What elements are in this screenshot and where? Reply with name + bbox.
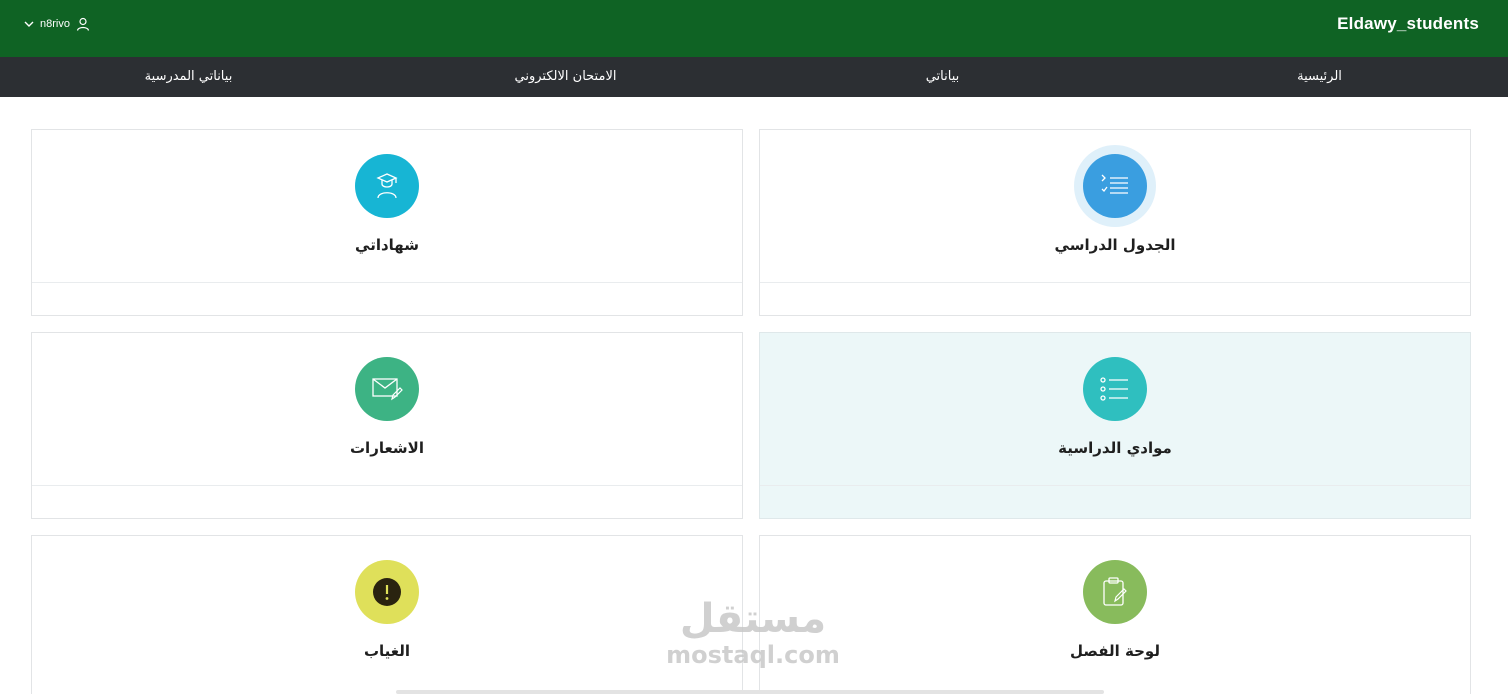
card-absence[interactable]: الغياب: [31, 535, 743, 694]
card-label: الغياب: [363, 642, 411, 660]
card-icon-circle: [1083, 357, 1147, 421]
card-footer: [760, 282, 1470, 315]
user-icon: [76, 17, 90, 31]
card-icon-circle: [1083, 560, 1147, 624]
card-label: موادي الدراسية: [1058, 439, 1172, 457]
top-header: Eldawy_students n8rivo: [0, 0, 1508, 57]
card-certificates[interactable]: شهاداتي: [31, 129, 743, 316]
card-footer: [32, 485, 742, 518]
nav-item-online-exam[interactable]: الامتحان الالكتروني: [377, 57, 754, 97]
nav-item-my-data[interactable]: بياناتي: [754, 57, 1131, 97]
main-nav: الرئيسية بياناتي الامتحان الالكتروني بيا…: [0, 57, 1508, 97]
card-label: شهاداتي: [355, 236, 419, 254]
schedule-list-icon: [1101, 174, 1128, 194]
clipboard-edit-icon: [1103, 577, 1127, 606]
card-schedule[interactable]: الجدول الدراسي: [759, 129, 1471, 316]
card-notifications[interactable]: الاشعارات: [31, 332, 743, 519]
watermark-logo: مستقل mostaql.com: [660, 596, 846, 676]
mail-edit-icon: [372, 378, 403, 401]
card-icon-circle: [355, 560, 419, 624]
card-label: الاشعارات: [349, 439, 424, 457]
watermark-arabic: مستقل: [679, 596, 827, 642]
card-icon-circle: [1083, 154, 1147, 218]
watermark-latin: mostaql.com: [666, 641, 840, 669]
card-label: الجدول الدراسي: [1054, 236, 1176, 254]
brand-title[interactable]: Eldawy_students: [1337, 14, 1479, 34]
alert-icon: [373, 578, 401, 606]
graduate-icon: [376, 173, 398, 199]
card-footer: [32, 282, 742, 315]
card-icon-circle: [355, 357, 419, 421]
card-class-board[interactable]: لوحة الفصل: [759, 535, 1471, 694]
horizontal-scrollbar[interactable]: [396, 690, 1104, 694]
username: n8rivo: [40, 18, 70, 30]
chevron-down-icon: [24, 21, 34, 27]
card-label: لوحة الفصل: [1070, 642, 1160, 660]
card-footer: [760, 485, 1470, 518]
nav-item-home[interactable]: الرئيسية: [1131, 57, 1508, 97]
card-icon-circle: [355, 154, 419, 218]
card-subjects[interactable]: موادي الدراسية: [759, 332, 1471, 519]
subjects-list-icon: [1100, 377, 1128, 401]
nav-item-school-data[interactable]: بياناتي المدرسية: [0, 57, 377, 97]
user-menu[interactable]: n8rivo: [24, 15, 90, 33]
